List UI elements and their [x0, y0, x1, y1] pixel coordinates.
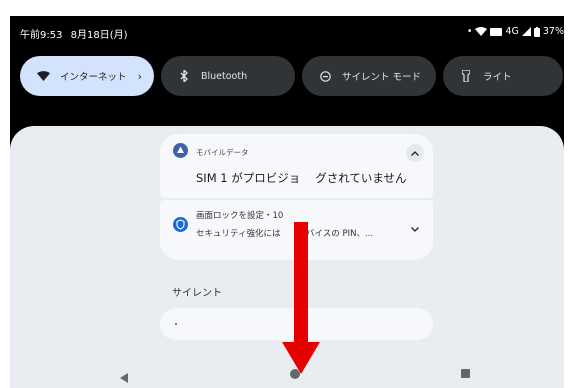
collapse-button[interactable]	[406, 144, 424, 162]
clock-text: 午前9:53	[20, 30, 63, 41]
navigation-bar	[10, 358, 564, 388]
date-text: 8月18日(月)	[70, 30, 128, 41]
internet-tile-label: インターネット	[60, 72, 127, 83]
expand-button[interactable]	[406, 220, 424, 238]
silent-section-label: サイレント	[172, 288, 222, 299]
status-bar: 午前9:53 8月18日(月) • 4G 37%	[10, 16, 564, 48]
flashlight-tile-label: ライト	[483, 72, 512, 83]
notification-mobile-data[interactable]: モバイルデータ SIM 1 がプロビジョ グされていません	[160, 134, 433, 198]
notification-body-head: セキュリティ強化には	[196, 229, 281, 239]
chevron-down-icon	[411, 226, 419, 232]
status-icons: • 4G 37%	[467, 26, 564, 37]
signal-icon	[521, 27, 531, 36]
notification-title-head: SIM 1 がプロビジョ	[196, 171, 301, 185]
internet-tile[interactable]: インターネット ›	[20, 56, 154, 96]
back-icon	[120, 373, 128, 383]
wifi-icon	[36, 69, 50, 83]
silent-mode-tile[interactable]: サイレント モード	[302, 56, 436, 96]
shield-icon	[173, 217, 188, 232]
quick-settings-row: インターネット › Bluetooth サイレント モード ライト	[20, 56, 564, 96]
do-not-disturb-icon	[318, 69, 332, 83]
battery-percent: 37%	[542, 26, 564, 37]
status-time: 午前9:53 8月18日(月)	[20, 26, 128, 41]
flashlight-icon	[459, 69, 473, 83]
chevron-up-icon	[411, 150, 419, 156]
dot-icon: •	[466, 26, 473, 37]
bluetooth-tile-label: Bluetooth	[201, 70, 248, 82]
network-type: 4G	[505, 26, 519, 37]
flashlight-tile[interactable]: ライト	[443, 56, 563, 96]
notification-shade: 午前9:53 8月18日(月) • 4G 37% インターネット › Bluet…	[10, 16, 564, 388]
notification-title: SIM 1 がプロビジョ グされていません	[196, 170, 407, 186]
volte-icon	[490, 27, 503, 36]
bluetooth-tile[interactable]: Bluetooth	[161, 56, 295, 96]
mobile-data-icon	[173, 143, 188, 158]
notification-app-name: モバイルデータ	[196, 148, 249, 157]
notification-title: 画面ロックを設定・10	[196, 211, 284, 221]
dot-icon	[175, 323, 177, 325]
recents-button[interactable]	[461, 369, 470, 378]
battery-icon	[533, 26, 540, 37]
notification-title-tail: グされていません	[315, 171, 407, 185]
bluetooth-icon	[177, 69, 191, 83]
chevron-right-icon: ›	[137, 69, 142, 83]
notification-panel: モバイルデータ SIM 1 がプロビジョ グされていません 画面ロックを設定・10…	[10, 126, 564, 388]
home-button[interactable]	[290, 369, 300, 379]
wifi-status-icon	[475, 27, 488, 36]
back-button[interactable]	[120, 368, 128, 387]
silent-mode-tile-label: サイレント モード	[342, 72, 422, 83]
